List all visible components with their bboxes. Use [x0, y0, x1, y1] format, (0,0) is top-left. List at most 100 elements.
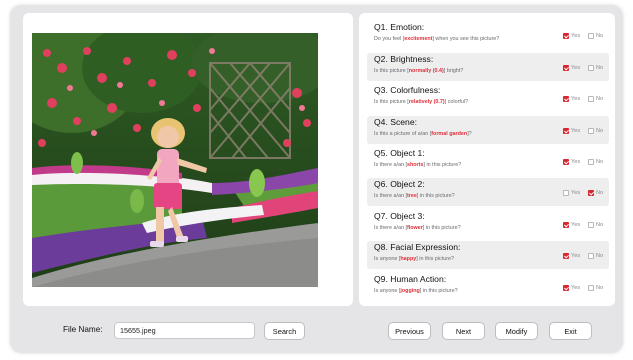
- no-label: No: [596, 285, 604, 291]
- yes-checkbox[interactable]: [563, 33, 569, 39]
- exit-button[interactable]: Exit: [549, 322, 592, 340]
- question-title: Q8. Facial Expression:: [374, 242, 461, 252]
- search-button[interactable]: Search: [264, 322, 305, 340]
- question-keyword: tree: [406, 193, 417, 199]
- no-checkbox[interactable]: [588, 96, 594, 102]
- yes-option[interactable]: Yes: [563, 95, 580, 103]
- question-text-post: ] when you see this picture?: [432, 36, 500, 42]
- no-option[interactable]: No: [588, 252, 603, 260]
- question-text-post: ] bright?: [443, 68, 464, 74]
- yes-option[interactable]: Yes: [563, 64, 580, 72]
- question-row: Q1. Emotion: Do you feel [excitement] whe…: [367, 21, 609, 49]
- question-title: Q4. Scene:: [374, 117, 417, 127]
- question-title: Q3. Colorfulness:: [374, 85, 441, 95]
- yes-checkbox[interactable]: [563, 96, 569, 102]
- question-title: Q7. Object 3:: [374, 211, 425, 221]
- question-row: Q8. Facial Expression: Is anyone [happy] …: [367, 241, 609, 269]
- yes-checkbox[interactable]: [563, 253, 569, 259]
- yes-checkbox[interactable]: [563, 128, 569, 134]
- no-label: No: [596, 253, 604, 259]
- question-title: Q9. Human Action:: [374, 274, 447, 284]
- yes-label: Yes: [571, 190, 581, 196]
- no-checkbox[interactable]: [588, 159, 594, 165]
- no-checkbox[interactable]: [588, 65, 594, 71]
- no-label: No: [596, 65, 604, 71]
- question-text-post: ] in this picture?: [419, 288, 458, 294]
- question-text-pre: Is there a/an [: [374, 193, 407, 199]
- question-text: Is this picture [relatively (0.7)] color…: [374, 99, 468, 105]
- question-keyword: excitement: [404, 36, 433, 42]
- question-title: Q1. Emotion:: [374, 22, 425, 32]
- image-panel: [23, 13, 353, 306]
- photo-garden-girl: [32, 33, 318, 287]
- yes-option[interactable]: Yes: [563, 284, 580, 292]
- question-text-post: ] in this picture?: [423, 162, 462, 168]
- question-row: Q9. Human Action: Is anyone [jogging] in …: [367, 273, 609, 301]
- yes-option[interactable]: Yes: [563, 252, 580, 260]
- no-option[interactable]: No: [588, 158, 603, 166]
- yes-label: Yes: [571, 253, 581, 259]
- question-keyword: shorts: [406, 162, 424, 168]
- question-row: Q2. Brightness: Is this picture [normally…: [367, 53, 609, 81]
- no-option[interactable]: No: [588, 284, 603, 292]
- no-option[interactable]: No: [588, 127, 603, 135]
- question-text-pre: Is this a picture of a/an [: [374, 131, 432, 137]
- yes-option[interactable]: Yes: [563, 127, 580, 135]
- no-label: No: [596, 128, 604, 134]
- question-keyword: formal garden: [431, 131, 468, 137]
- question-keyword: relatively (0.7): [408, 99, 445, 105]
- yes-checkbox[interactable]: [563, 190, 569, 196]
- no-checkbox[interactable]: [588, 222, 594, 228]
- no-option[interactable]: No: [588, 95, 603, 103]
- yes-option[interactable]: Yes: [563, 221, 580, 229]
- no-option[interactable]: No: [588, 32, 603, 40]
- no-label: No: [596, 96, 604, 102]
- yes-checkbox[interactable]: [563, 222, 569, 228]
- question-row: Q6. Object 2: Is there a/an [tree] in thi…: [367, 178, 609, 206]
- no-checkbox[interactable]: [588, 128, 594, 134]
- yes-label: Yes: [571, 159, 581, 165]
- yes-label: Yes: [571, 65, 581, 71]
- question-text-pre: Is anyone [: [374, 288, 401, 294]
- question-text: Do you feel [excitement] when you see th…: [374, 36, 499, 42]
- next-button[interactable]: Next: [442, 322, 485, 340]
- yes-checkbox[interactable]: [563, 65, 569, 71]
- question-text-pre: Is anyone [: [374, 256, 401, 262]
- no-checkbox[interactable]: [588, 253, 594, 259]
- yes-option[interactable]: Yes: [563, 32, 580, 40]
- yes-label: Yes: [571, 285, 581, 291]
- question-row: Q7. Object 3: Is there a/an [flower] in t…: [367, 210, 609, 238]
- question-keyword: normally (0.4): [408, 68, 444, 74]
- question-text: Is there a/an [shorts] in this picture?: [374, 162, 461, 168]
- question-text-pre: Is this picture [: [374, 99, 409, 105]
- question-text: Is anyone [happy] in this picture?: [374, 256, 454, 262]
- question-keyword: happy: [400, 256, 417, 262]
- question-text-post: ] in this picture?: [416, 256, 455, 262]
- question-title: Q2. Brightness:: [374, 54, 434, 64]
- yes-label: Yes: [571, 96, 581, 102]
- previous-button[interactable]: Previous: [388, 322, 431, 340]
- question-panel: Q1. Emotion: Do you feel [excitement] whe…: [359, 13, 615, 306]
- question-keyword: jogging: [400, 288, 420, 294]
- question-title: Q6. Object 2:: [374, 179, 425, 189]
- yes-checkbox[interactable]: [563, 159, 569, 165]
- no-option[interactable]: No: [588, 189, 603, 197]
- yes-option[interactable]: Yes: [563, 189, 580, 197]
- no-label: No: [596, 222, 604, 228]
- no-checkbox[interactable]: [588, 190, 594, 196]
- question-text-pre: Is there a/an [: [374, 162, 407, 168]
- question-text: Is this picture [normally (0.4)] bright?: [374, 68, 463, 74]
- modify-button[interactable]: Modify: [495, 322, 538, 340]
- question-text: Is there a/an [flower] in this picture?: [374, 225, 461, 231]
- yes-option[interactable]: Yes: [563, 158, 580, 166]
- question-text-post: ] colorful?: [444, 99, 469, 105]
- no-option[interactable]: No: [588, 64, 603, 72]
- question-row: Q5. Object 1: Is there a/an [shorts] in t…: [367, 147, 609, 175]
- file-name-input[interactable]: [114, 322, 255, 339]
- no-checkbox[interactable]: [588, 285, 594, 291]
- question-row: Q4. Scene: Is this a picture of a/an [for…: [367, 116, 609, 144]
- no-checkbox[interactable]: [588, 33, 594, 39]
- yes-checkbox[interactable]: [563, 285, 569, 291]
- no-option[interactable]: No: [588, 221, 603, 229]
- yes-label: Yes: [571, 33, 581, 39]
